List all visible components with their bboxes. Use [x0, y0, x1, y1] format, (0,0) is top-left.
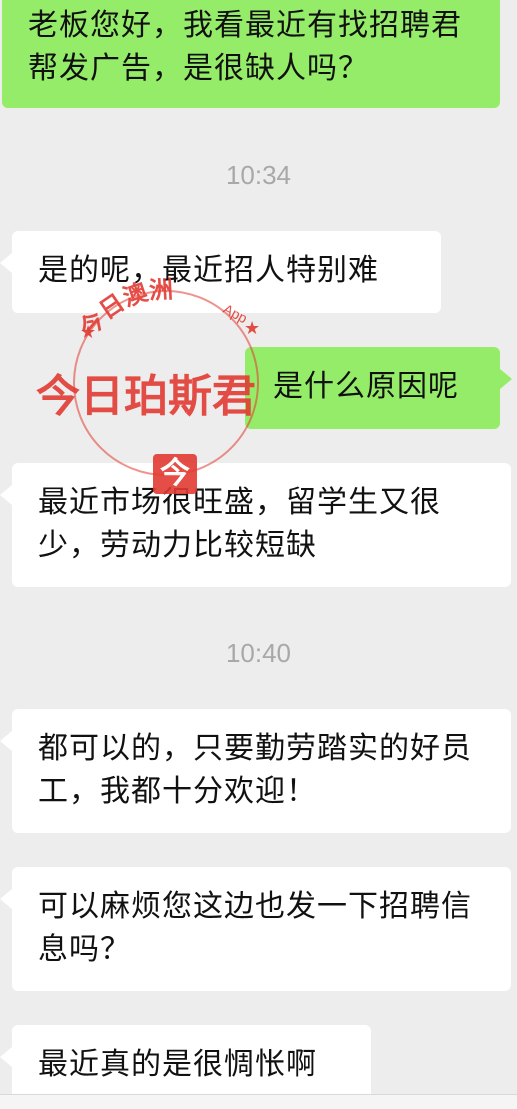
timestamp: 10:34: [225, 160, 292, 190]
message-bubble-incoming[interactable]: 可以麻烦您这边也发一下招聘信息吗？: [0, 867, 511, 991]
message-bubble-incoming[interactable]: 都可以的，只要勤劳踏实的好员工，我都十分欢迎！: [0, 709, 511, 833]
message-bubble-incoming[interactable]: 最近市场很旺盛，留学生又很少，劳动力比较短缺: [0, 463, 511, 587]
chat-view: 老板您好，我看最近有找招聘君帮发广告，是很缺人吗？ 10:34 是的呢，最近招人…: [0, 0, 517, 1109]
star-icon: ★: [80, 322, 96, 343]
message-bubble-incoming[interactable]: 是的呢，最近招人特别难: [0, 231, 441, 313]
timestamp: 10:40: [225, 638, 292, 668]
message-bubble-outgoing[interactable]: 是什么原因呢: [245, 347, 512, 429]
bottom-edge: [0, 1094, 517, 1109]
star-icon: ★: [244, 318, 260, 339]
watermark-main-text: 今日珀斯君: [36, 371, 256, 422]
message-bubble-outgoing[interactable]: 老板您好，我看最近有找招聘君帮发广告，是很缺人吗？: [2, 0, 500, 108]
